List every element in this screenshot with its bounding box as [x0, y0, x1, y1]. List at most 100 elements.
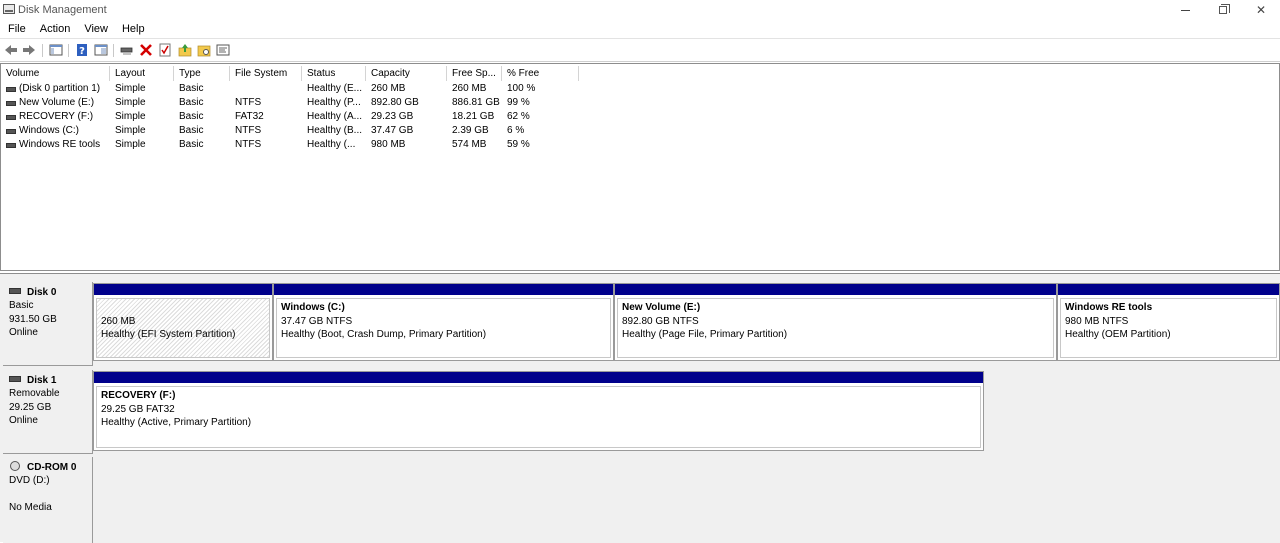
table-row[interactable]: RECOVERY (F:) Simple Basic FAT32 Healthy… — [1, 110, 1279, 124]
help-icon[interactable]: ? — [75, 43, 89, 57]
removable-disk-icon — [9, 376, 21, 382]
table-row[interactable]: New Volume (E:) Simple Basic NTFS Health… — [1, 96, 1279, 110]
explore-folder-icon[interactable] — [197, 43, 211, 57]
disk-size: 29.25 GB — [9, 401, 52, 413]
toolbar: ? — [0, 38, 1280, 62]
cell-file-system: NTFS — [235, 97, 262, 108]
partition-status: Healthy (OEM Partition) — [1065, 329, 1171, 340]
partition-new-volume-e[interactable]: New Volume (E:) 892.80 GB NTFS Healthy (… — [614, 283, 1057, 361]
cell-file-system: NTFS — [235, 139, 262, 150]
cell-free-space: 18.21 GB — [452, 111, 495, 122]
cell-percent-free: 6 % — [507, 125, 525, 136]
forward-arrow-icon[interactable] — [22, 43, 36, 57]
cell-percent-free: 62 % — [507, 111, 530, 122]
disk-type: Removable — [9, 388, 60, 399]
close-icon: ✕ — [1255, 3, 1267, 17]
table-row[interactable]: Windows (C:) Simple Basic NTFS Healthy (… — [1, 124, 1279, 138]
menu-help[interactable]: Help — [115, 21, 152, 38]
partition-size: 980 MB NTFS — [1065, 315, 1129, 327]
restore-icon — [1219, 4, 1230, 14]
partition-windows-re-tools[interactable]: Windows RE tools 980 MB NTFS Healthy (OE… — [1057, 283, 1280, 361]
column-header-file-system[interactable]: File System — [230, 66, 302, 81]
cell-volume: Windows (C:) — [19, 125, 80, 136]
partition-recovery-f[interactable]: RECOVERY (F:) 29.25 GB FAT32 Healthy (Ac… — [93, 371, 984, 451]
cdrom-0-area — [93, 457, 1280, 543]
cell-volume: RECOVERY (F:) — [19, 111, 94, 122]
column-header-layout[interactable]: Layout — [110, 66, 174, 81]
column-header-type[interactable]: Type — [174, 66, 230, 81]
cell-free-space: 260 MB — [452, 83, 487, 94]
partition-bar — [1058, 284, 1279, 296]
properties-icon[interactable] — [94, 43, 108, 57]
cdrom-0-name: CD-ROM 0 — [27, 462, 77, 473]
menu-action[interactable]: Action — [33, 21, 78, 38]
cdrom-0-label[interactable]: CD-ROM 0 DVD (D:) No Media — [3, 457, 93, 543]
partition-bar — [274, 284, 613, 296]
column-header-percent-free[interactable]: % Free — [502, 66, 579, 81]
disk-status: No Media — [9, 502, 52, 513]
open-folder-icon[interactable] — [178, 43, 192, 57]
column-header-volume[interactable]: Volume — [1, 66, 110, 81]
disk-size: 931.50 GB — [9, 313, 57, 325]
cell-capacity: 29.23 GB — [371, 111, 414, 122]
partition-name: Windows RE tools — [1065, 302, 1153, 313]
show-hide-console-tree-icon[interactable] — [49, 43, 63, 57]
cell-file-system: FAT32 — [235, 111, 264, 122]
minimize-icon — [1180, 9, 1190, 11]
partition-bar — [94, 372, 983, 384]
restore-button[interactable] — [1206, 0, 1240, 20]
toolbar-separator — [68, 44, 69, 57]
volume-list: Volume Layout Type File System Status Ca… — [0, 63, 1280, 271]
disk-0-label[interactable]: Disk 0 Basic 931.50 GB Online — [3, 282, 93, 366]
partition-status: Healthy (Page File, Primary Partition) — [622, 329, 788, 340]
cell-capacity: 260 MB — [371, 83, 406, 94]
partition-size: 29.25 GB FAT32 — [101, 403, 175, 415]
disk-status: Online — [9, 327, 38, 338]
drive-letter: DVD (D:) — [9, 475, 50, 486]
check-icon[interactable] — [158, 43, 172, 57]
menu-view[interactable]: View — [77, 21, 115, 38]
settings-panel-icon[interactable] — [216, 43, 230, 57]
menu-bar: File Action View Help — [0, 21, 1280, 38]
column-header-capacity[interactable]: Capacity — [366, 66, 447, 81]
disk-name: CD-ROM 0 — [9, 461, 92, 474]
partition-body: 260 MB Healthy (EFI System Partition) — [96, 298, 270, 358]
table-row[interactable]: Windows RE tools Simple Basic NTFS Healt… — [1, 138, 1279, 152]
menu-file[interactable]: File — [0, 21, 33, 38]
cell-type: Basic — [179, 83, 204, 94]
disk-1-partitions: RECOVERY (F:) 29.25 GB FAT32 Healthy (Ac… — [93, 370, 986, 452]
close-button[interactable]: ✕ — [1244, 0, 1278, 20]
cell-status: Healthy (B... — [307, 125, 363, 136]
partition-bar — [94, 284, 272, 296]
cell-status: Healthy (A... — [307, 111, 363, 122]
cell-percent-free: 99 % — [507, 97, 530, 108]
back-arrow-icon[interactable] — [4, 43, 18, 57]
column-header-status[interactable]: Status — [302, 66, 366, 81]
partition-efi[interactable]: 260 MB Healthy (EFI System Partition) — [93, 283, 273, 361]
cell-type: Basic — [179, 97, 204, 108]
volume-list-header: Volume Layout Type File System Status Ca… — [1, 66, 1279, 81]
delete-icon[interactable] — [139, 43, 153, 57]
disk-1-name: Disk 1 — [27, 375, 57, 386]
minimize-button[interactable] — [1168, 0, 1202, 20]
partition-size: 37.47 GB NTFS — [281, 315, 353, 327]
cell-free-space: 886.81 GB — [452, 97, 500, 108]
table-row[interactable]: (Disk 0 partition 1) Simple Basic Health… — [1, 82, 1279, 96]
cell-layout: Simple — [115, 97, 146, 108]
cell-layout: Simple — [115, 83, 146, 94]
disk-status: Online — [9, 415, 38, 426]
disk-graphical-view: Disk 0 Basic 931.50 GB Online 260 MB Hea… — [0, 273, 1280, 543]
column-header-free-space[interactable]: Free Sp... — [447, 66, 502, 81]
cell-status: Healthy (P... — [307, 97, 361, 108]
cell-free-space: 2.39 GB — [452, 125, 489, 136]
partition-body: New Volume (E:) 892.80 GB NTFS Healthy (… — [617, 298, 1054, 358]
connect-virtual-disk-icon[interactable] — [120, 43, 134, 57]
disk-1-label[interactable]: Disk 1 Removable 29.25 GB Online — [3, 370, 93, 454]
partition-windows-c[interactable]: Windows (C:) 37.47 GB NTFS Healthy (Boot… — [273, 283, 614, 361]
cell-free-space: 574 MB — [452, 139, 487, 150]
title-bar: Disk Management ✕ — [0, 0, 1280, 20]
disk-0-name: Disk 0 — [27, 287, 57, 298]
partition-status: Healthy (Active, Primary Partition) — [101, 417, 252, 428]
partition-size: 892.80 GB NTFS — [622, 315, 699, 327]
partition-status: Healthy (EFI System Partition) — [101, 329, 236, 340]
